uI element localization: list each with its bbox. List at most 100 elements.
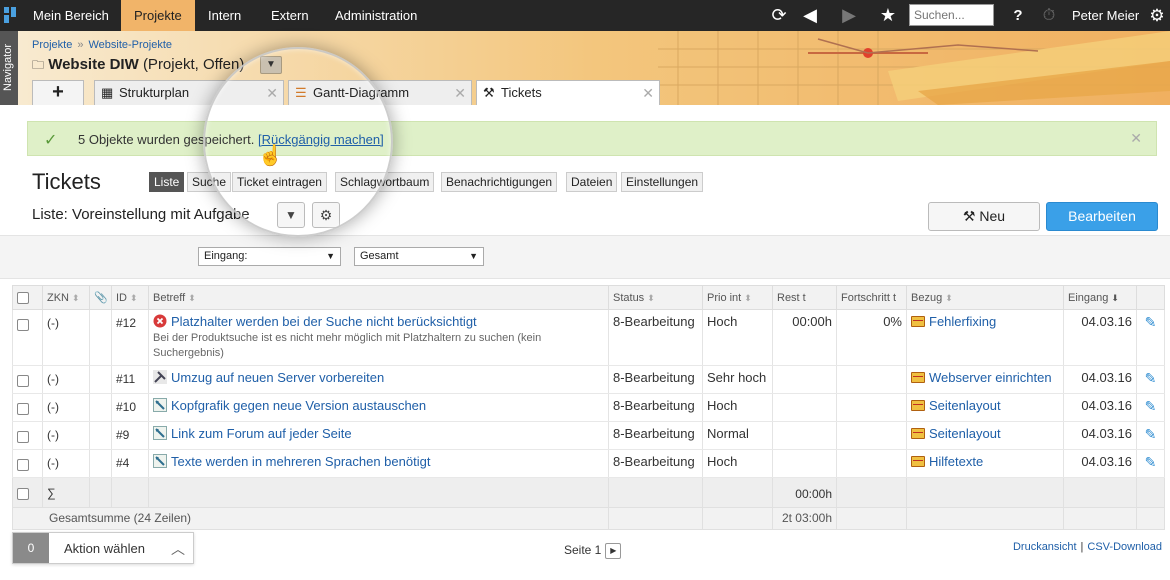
navigator-toggle[interactable]: Navigator (0, 31, 18, 105)
column-header-fortschritt[interactable]: Fortschritt t (836, 285, 907, 310)
table-row[interactable]: (-) #10 Kopfgrafik gegen neue Version aust… (12, 393, 1165, 422)
table-row[interactable]: (-) #12 Platzhalter werden bei der Suche n… (12, 309, 1165, 366)
subtab-suche[interactable]: Suche (187, 172, 232, 192)
cell-zkn: (-) (42, 309, 90, 366)
cell-prio: Normal (702, 421, 773, 450)
ticket-subject-link[interactable]: Kopfgrafik gegen neue Version austausche… (171, 398, 426, 413)
back-arrow-icon[interactable]: ◀ (795, 0, 825, 31)
bezug-link[interactable]: Seitenlayout (929, 426, 1001, 441)
tab-strukturplan[interactable]: ▦ Strukturplan ✕ (94, 80, 284, 105)
subtab-dateien[interactable]: Dateien (566, 172, 618, 192)
column-header-status[interactable]: Status ⬍ (608, 285, 703, 310)
tab-gantt-diagramm[interactable]: ☰ Gantt-Diagramm ✕ (288, 80, 472, 105)
bezug-link[interactable]: Webserver einrichten (929, 370, 1052, 385)
new-button[interactable]: ⚒ Neu (928, 202, 1040, 231)
select-value: Gesamt (360, 250, 399, 262)
ticket-subject-link[interactable]: Link zum Forum auf jeder Seite (171, 426, 352, 441)
close-icon[interactable]: ✕ (266, 81, 278, 105)
project-dropdown-button[interactable]: ▼ (260, 56, 282, 74)
row-checkbox[interactable] (17, 374, 29, 387)
breadcrumb-website-projekte[interactable]: Website-Projekte (88, 39, 172, 51)
select-all-checkbox[interactable] (17, 291, 29, 304)
list-dropdown-button[interactable]: ▼ (277, 202, 305, 228)
sum-symbol: ∑ (42, 477, 90, 508)
help-icon[interactable]: ? (1003, 0, 1033, 31)
total-rest: 2t 03:00h (772, 507, 837, 530)
close-icon[interactable]: ✕ (454, 81, 466, 105)
gesamt-filter-select[interactable]: Gesamt ▼ (354, 247, 484, 266)
cell-attachment (89, 309, 112, 366)
close-icon[interactable]: ✕ (642, 81, 654, 105)
cell-prio: Hoch (702, 449, 773, 478)
ticket-subject-link[interactable]: Umzug auf neuen Server vorbereiten (171, 370, 384, 385)
add-tab-button[interactable]: + (32, 80, 84, 105)
bezug-link[interactable]: Hilfetexte (929, 454, 983, 469)
cell-eingang: 04.03.16 (1063, 309, 1137, 366)
selected-count: 0 (13, 533, 49, 563)
nav-tab-extern[interactable]: Extern (258, 0, 322, 31)
action-selector[interactable]: 0 Aktion wählen ︿ (12, 532, 194, 564)
bezug-link[interactable]: Seitenlayout (929, 398, 1001, 413)
print-view-link[interactable]: Druckansicht (1013, 541, 1077, 553)
subtab-liste[interactable]: Liste (149, 172, 185, 192)
column-header-prio[interactable]: Prio int ⬍ (702, 285, 773, 310)
settings-gear-icon[interactable]: ⚙ (1142, 0, 1170, 31)
ticket-subject-link[interactable]: Texte werden in mehreren Sprachen benöti… (171, 454, 430, 469)
close-icon[interactable]: ✕ (1130, 130, 1142, 147)
table-row[interactable]: (-) #9 Link zum Forum auf jeder Seite 8-Bea… (12, 421, 1165, 450)
cell-status: 8-Bearbeitung (608, 449, 703, 478)
edit-icon[interactable]: ✎ (1145, 398, 1157, 414)
edit-icon[interactable]: ✎ (1145, 370, 1157, 386)
breadcrumb: Projekte» Website-Projekte (32, 39, 173, 51)
nav-tab-mein-bereich[interactable]: Mein Bereich (20, 0, 122, 31)
bezug-link[interactable]: Fehlerfixing (929, 314, 996, 329)
folder-icon: 🗀 (32, 58, 45, 72)
user-menu[interactable]: Peter Meier (1064, 0, 1147, 31)
cell-bezug: Hilfetexte (906, 449, 1064, 478)
edit-icon[interactable]: ✎ (1145, 426, 1157, 442)
forward-arrow-icon[interactable]: ▶ (834, 0, 864, 31)
subtab-benachrichtigungen[interactable]: Benachrichtigungen (441, 172, 558, 192)
edit-icon[interactable]: ✎ (1145, 454, 1157, 470)
column-header-rest[interactable]: Rest t (772, 285, 837, 310)
pagination: Seite 1 ▶ (564, 543, 622, 559)
row-checkbox[interactable] (17, 318, 29, 331)
app-logo-icon[interactable] (4, 7, 17, 23)
row-checkbox[interactable] (17, 402, 29, 415)
subtab-schlagwortbaum[interactable]: Schlagwortbaum (335, 172, 435, 192)
favorites-star-icon[interactable]: ★ (873, 0, 903, 31)
row-checkbox[interactable] (17, 487, 29, 500)
list-settings-button[interactable]: ⚙ (312, 202, 340, 228)
cell-id: #9 (111, 421, 149, 450)
table-row[interactable]: (-) #4 Texte werden in mehreren Sprachen b… (12, 449, 1165, 478)
subtab-einstellungen[interactable]: Einstellungen (621, 172, 704, 192)
column-header-betreff[interactable]: Betreff ⬍ (148, 285, 609, 310)
cell-zkn: (-) (42, 421, 90, 450)
nav-tab-administration[interactable]: Administration (322, 0, 430, 31)
search-input[interactable] (909, 4, 994, 26)
subtab-ticket-eintragen[interactable]: Ticket eintragen (232, 172, 327, 192)
breadcrumb-projekte[interactable]: Projekte (32, 39, 72, 51)
cell-prio: Sehr hoch (702, 365, 773, 394)
column-header-bezug[interactable]: Bezug ⬍ (906, 285, 1064, 310)
column-header-zkn[interactable]: ZKN ⬍ (42, 285, 90, 310)
ticket-subject-link[interactable]: Platzhalter werden bei der Suche nicht b… (171, 314, 477, 329)
csv-download-link[interactable]: CSV-Download (1087, 541, 1162, 553)
stopwatch-icon[interactable]: ⏱ (1034, 0, 1064, 31)
column-header-attachment[interactable]: 📎 (89, 285, 112, 310)
next-page-button[interactable]: ▶ (605, 543, 622, 559)
nav-tab-intern[interactable]: Intern (195, 0, 254, 31)
refresh-icon[interactable]: ⟳ (764, 0, 794, 31)
column-header-eingang[interactable]: Eingang ⬇ (1063, 285, 1137, 310)
eingang-filter-select[interactable]: Eingang: ▼ (198, 247, 341, 266)
tab-tickets[interactable]: ⚒ Tickets ✕ (476, 80, 660, 106)
row-checkbox[interactable] (17, 458, 29, 471)
column-header-id[interactable]: ID ⬍ (111, 285, 149, 310)
cell-progress (836, 449, 907, 478)
table-row[interactable]: (-) #11 Umzug auf neuen Server vorbereiten… (12, 365, 1165, 394)
nav-tab-projekte[interactable]: Projekte (121, 0, 195, 31)
edit-button[interactable]: Bearbeiten (1046, 202, 1158, 231)
edit-icon[interactable]: ✎ (1145, 314, 1157, 330)
row-checkbox[interactable] (17, 430, 29, 443)
sort-icon: ⬍ (72, 292, 80, 303)
